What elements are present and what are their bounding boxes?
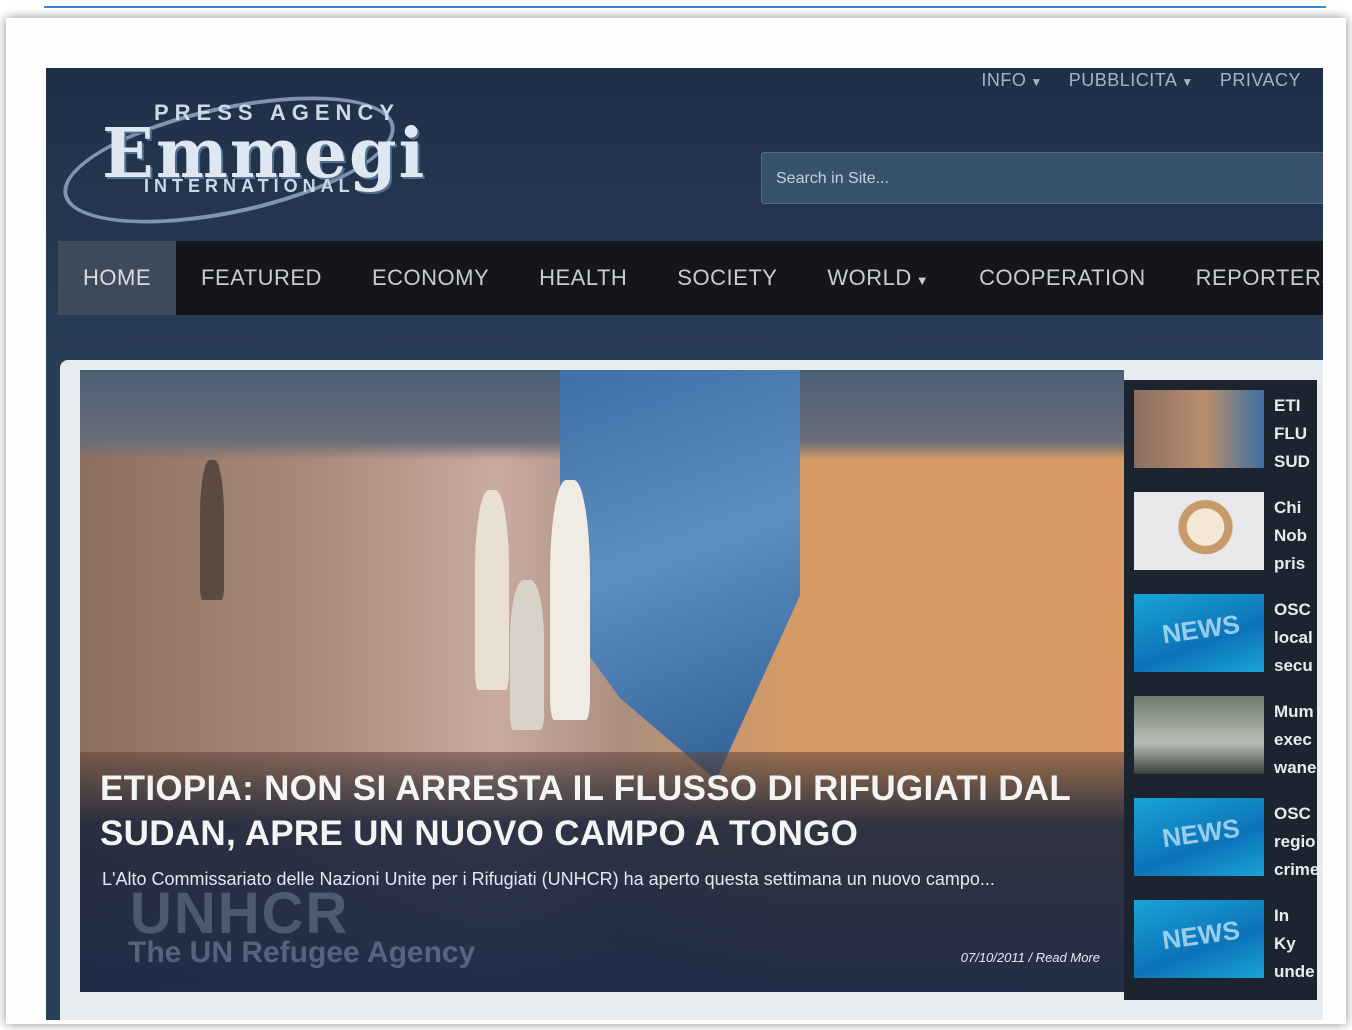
- top-link-privacy[interactable]: PRIVACY: [1220, 70, 1301, 91]
- logo-international: INTERNATIONAL: [144, 176, 355, 196]
- nav-featured[interactable]: FEATURED: [176, 241, 347, 315]
- unhcr-watermark-subtitle: The UN Refugee Agency: [128, 936, 476, 969]
- chevron-down-icon: ▼: [1181, 75, 1194, 89]
- slide-thumbnails: ETI FLU SUD Chi Nob pris NEWS OSC local secu M…: [1124, 380, 1319, 1000]
- search-input[interactable]: Search in Site...: [761, 152, 1323, 204]
- thumbnail-title: OSC local secu: [1274, 600, 1313, 675]
- thumbnail-image: [1134, 492, 1264, 570]
- thumbnail-title: Mum exec wane: [1274, 702, 1317, 777]
- top-divider: [44, 0, 1326, 8]
- thumbnail-title: Chi Nob pris: [1274, 498, 1308, 573]
- thumbnail-image: [1134, 696, 1264, 774]
- chevron-down-icon: ▼: [1030, 75, 1043, 89]
- thumbnail-title: ETI FLU SUD: [1274, 396, 1310, 471]
- thumbnail-item[interactable]: NEWS OSC local secu: [1124, 584, 1317, 684]
- nav-economy[interactable]: ECONOMY: [347, 241, 514, 315]
- thumbnail-image: [1134, 390, 1264, 468]
- thumbnail-image: NEWS: [1134, 798, 1264, 876]
- nav-society[interactable]: SOCIETY: [652, 241, 802, 315]
- nav-cooperation[interactable]: COOPERATION: [954, 241, 1170, 315]
- main-nav: HOME FEATURED ECONOMY HEALTH SOCIETY WOR…: [58, 241, 1323, 315]
- thumbnail-item[interactable]: NEWS In Ky unde: [1124, 890, 1317, 990]
- thumbnail-image: NEWS: [1134, 594, 1264, 672]
- nav-world[interactable]: WORLD ▼: [802, 241, 954, 315]
- slide-excerpt: L'Alto Commissariato delle Nazioni Unite…: [102, 869, 995, 889]
- slide-headline[interactable]: ETIOPIA: NON SI ARRESTA IL FLUSSO DI RIF…: [100, 766, 1100, 856]
- site-logo[interactable]: PRESS AGENCY Emmegi INTERNATIONAL: [52, 72, 474, 248]
- nav-health[interactable]: HEALTH: [514, 241, 652, 315]
- thumbnail-item[interactable]: NEWS OSC regio crime: [1124, 788, 1319, 888]
- thumbnail-title: In Ky unde: [1274, 906, 1315, 981]
- top-links: INFO ▼ PUBBLICITA ▼ PRIVACY: [981, 70, 1301, 91]
- thumbnail-image: NEWS: [1134, 900, 1264, 978]
- top-link-pubblicita[interactable]: PUBBLICITA ▼: [1069, 70, 1194, 91]
- nav-home[interactable]: HOME: [58, 241, 176, 315]
- top-link-info[interactable]: INFO ▼: [981, 70, 1042, 91]
- thumbnail-item[interactable]: Mum exec wane: [1124, 686, 1317, 786]
- thumbnail-item[interactable]: ETI FLU SUD: [1124, 380, 1317, 480]
- thumbnail-title: OSC regio crime: [1274, 804, 1320, 879]
- photo-frame: PRESS AGENCY Emmegi INTERNATIONAL INFO ▼ …: [6, 18, 1346, 1024]
- tarp-image-area: [560, 370, 800, 780]
- featured-slide[interactable]: UNHCR The UN Refugee Agency ETIOPIA: NON…: [80, 370, 1124, 992]
- slide-meta-read-more[interactable]: 07/10/2011 / Read More: [961, 950, 1100, 965]
- chevron-down-icon: ▼: [915, 273, 930, 288]
- nav-reporters[interactable]: REPORTERS: [1171, 241, 1323, 315]
- thumbnail-item[interactable]: Chi Nob pris: [1124, 482, 1317, 582]
